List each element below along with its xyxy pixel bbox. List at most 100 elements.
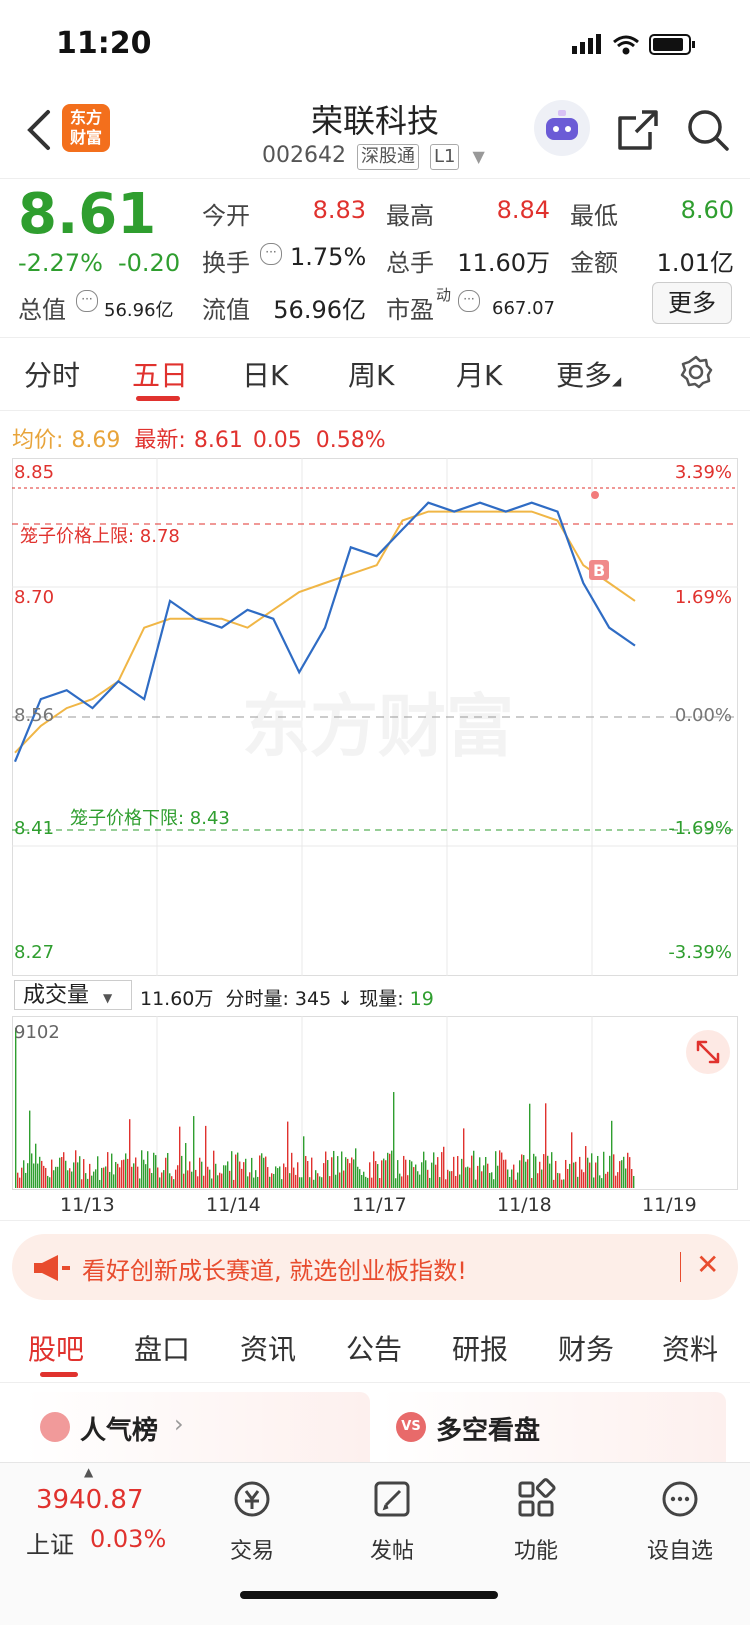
volume-bar [185,1143,187,1188]
popularity-card[interactable]: 人气榜 › [24,1392,370,1472]
settings-icon[interactable] [678,354,714,390]
volume-bar [341,1151,343,1188]
nav-function[interactable]: 功能 [476,1477,596,1565]
robot-assistant-icon[interactable] [534,100,590,156]
tick-volume: 345 [294,988,332,1010]
volume-bar [301,1177,303,1188]
banner-text: 看好创新成长赛道, 就选创业板指数! [82,1257,467,1285]
chevron-right-icon: › [174,1410,184,1438]
volume-bar [309,1177,311,1188]
volume-bar [91,1175,93,1188]
vs-icon: VS [396,1412,426,1442]
volume-bar [43,1165,45,1188]
index-value[interactable]: 3940.87 [36,1485,144,1515]
tab-more[interactable]: 更多◢ [556,354,621,394]
volume-bar [351,1157,353,1188]
volume-bar [339,1172,341,1188]
mktcap-label: 总值 [18,296,66,324]
search-icon[interactable] [686,108,730,152]
volume-bar [115,1161,117,1188]
volume-bar [335,1174,337,1188]
tab-monthly-k[interactable]: 月K [456,354,502,394]
volume-bar [561,1179,563,1188]
amount-value: 1.01亿 [656,249,734,277]
volume-bar [379,1178,381,1188]
info-icon[interactable]: ··· [76,290,98,312]
volume-bar [615,1175,617,1188]
volume-bar [499,1150,501,1188]
tab-research[interactable]: 研报 [452,1328,508,1368]
tab-finance[interactable]: 财务 [558,1328,614,1368]
tab-news[interactable]: 资讯 [240,1328,296,1368]
info-icon[interactable]: ··· [260,243,282,265]
volume-bar [459,1174,461,1188]
volume-bar [287,1121,289,1188]
volume-bar [87,1178,89,1188]
volume-bar [453,1156,455,1188]
volume-bar [369,1162,371,1188]
volume-bar [179,1126,181,1188]
volume-bar [135,1157,137,1188]
volume-bar [279,1166,281,1188]
volume-bar [631,1169,633,1188]
close-icon[interactable]: ✕ [696,1248,719,1281]
pct-label-zero: 0.00% [675,705,732,726]
tab-announcements[interactable]: 公告 [346,1328,402,1368]
index-name[interactable]: 上证 [26,1525,74,1560]
volume-bar [633,1175,635,1188]
volume-bar [49,1177,51,1188]
bull-bear-card[interactable]: VS 多空看盘 [380,1392,726,1472]
divider [0,1220,750,1221]
tab-guba[interactable]: 股吧 [28,1328,84,1368]
volume-bar [63,1152,65,1188]
more-quote-button[interactable]: 更多 [652,282,732,324]
tab-weekly-k[interactable]: 周K [348,354,394,394]
volume-bar [227,1161,229,1188]
price-chart[interactable]: 东方财富 B 8.85 8.70 8.56 8.41 8.27 3.39% 1.… [12,458,738,976]
volume-bar [577,1176,579,1188]
volume-bar [283,1163,285,1188]
volume-bar [107,1152,109,1188]
trade-icon [234,1481,270,1517]
info-icon[interactable]: ··· [458,290,480,312]
promo-banner[interactable]: 看好创新成长赛道, 就选创业板指数! ✕ [12,1234,738,1300]
volume-bar [331,1157,333,1188]
volume-bar [375,1161,377,1188]
nav-post[interactable]: 发帖 [332,1477,452,1565]
volume-bar [109,1171,111,1188]
change-amount: -0.20 [118,249,181,277]
tab-profile[interactable]: 资料 [662,1328,718,1368]
volume-bar [533,1153,535,1188]
volume-bar [407,1175,409,1188]
tab-order-book[interactable]: 盘口 [134,1328,190,1368]
nav-trade[interactable]: 交易 [192,1477,312,1565]
volume-bar [415,1164,417,1188]
volume-chart[interactable]: 9102 [12,1016,738,1190]
volume-bar [597,1155,599,1188]
volume-bar [373,1151,375,1188]
volume-bar [165,1157,167,1188]
tab-five-day[interactable]: 五日 [132,354,188,394]
caret-down-icon[interactable]: ▼ [472,147,484,166]
volume-bar [235,1154,237,1188]
tab-intraday[interactable]: 分时 [24,354,80,394]
tab-daily-k[interactable]: 日K [242,354,288,394]
volume-bar [101,1167,103,1188]
share-icon[interactable] [616,108,660,152]
volume-bar [17,1172,19,1188]
nav-watchlist[interactable]: 设自选 [620,1477,740,1565]
watermark: 东方财富 [242,688,514,767]
grid-icon [518,1478,556,1517]
mktcap-value: 56.96亿 [104,300,174,321]
caret-icon: ◢ [612,374,622,388]
volume-bar [121,1160,123,1188]
volume-bar [169,1173,171,1188]
volume-bar [377,1164,379,1188]
volume-bar [539,1161,541,1188]
volume-bar [385,1160,387,1188]
date-label: 11/13 [60,1194,115,1216]
volume-bar [273,1173,275,1188]
volume-selector[interactable]: 成交量 ▼ [14,980,132,1010]
index-percent[interactable]: 0.03% [90,1525,166,1553]
popularity-title: 人气榜 [80,1416,159,1446]
